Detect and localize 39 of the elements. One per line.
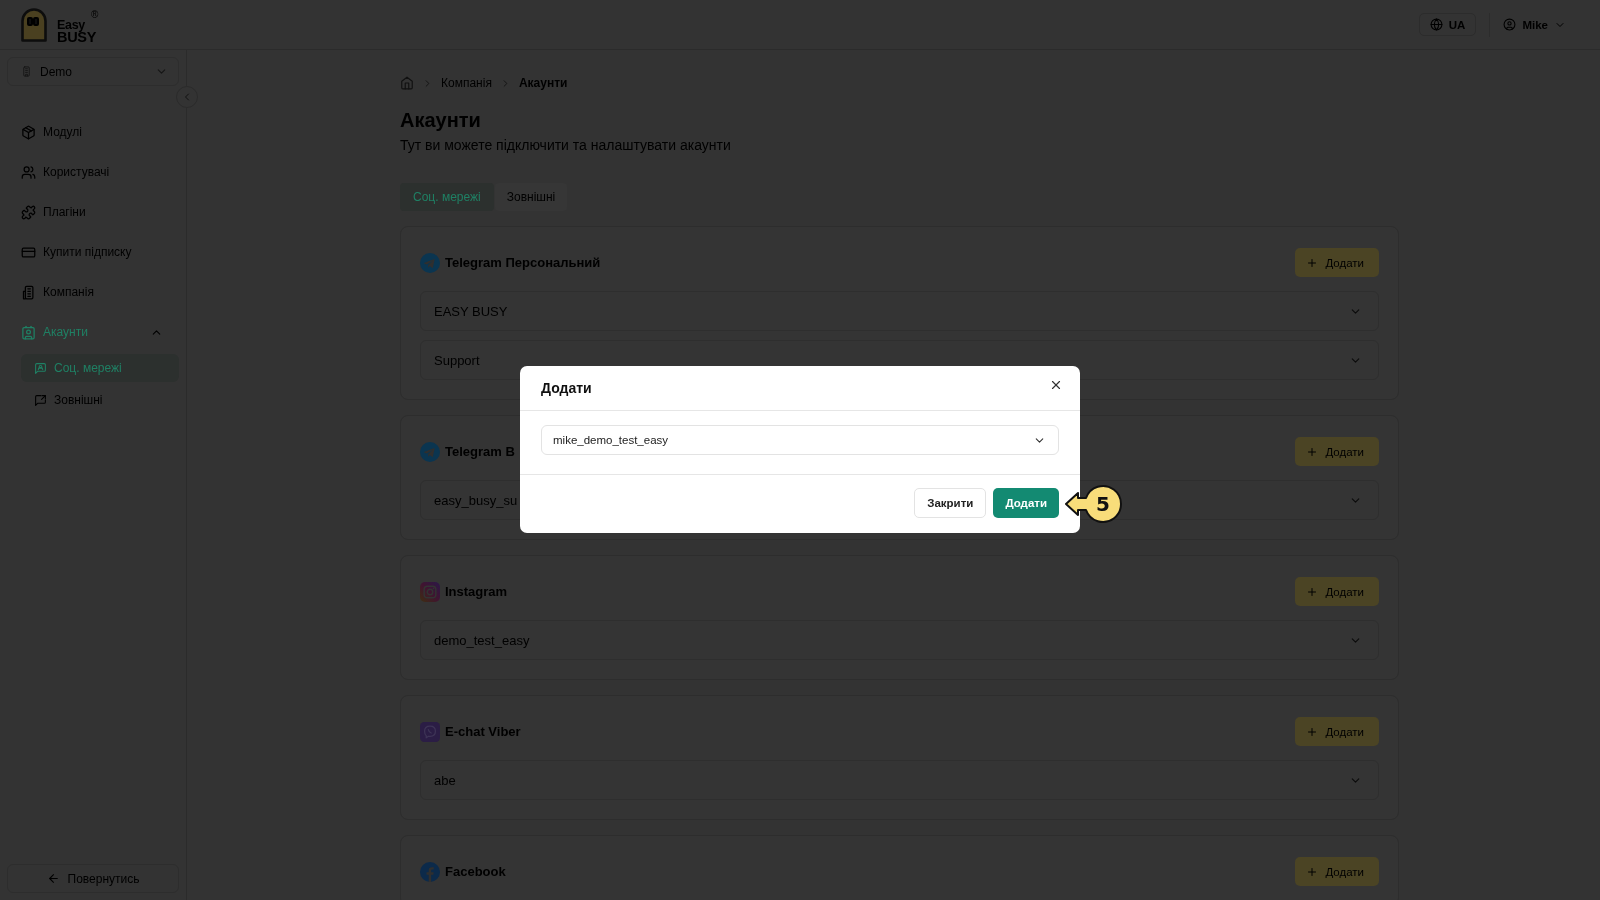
add-button[interactable]: Додати [993, 488, 1059, 518]
plus-icon [1306, 445, 1319, 458]
chat-icon [34, 361, 47, 375]
close-button[interactable]: Закрити [914, 488, 987, 518]
dialog-title: Додати [541, 380, 592, 396]
puzzle-icon [21, 204, 36, 220]
close-icon [1049, 378, 1063, 392]
add-button[interactable]: Додати [1295, 577, 1379, 606]
globe-icon [1429, 18, 1443, 31]
paper-plane-icon [420, 252, 440, 273]
arrow-left-icon [46, 872, 60, 885]
plus-icon [1306, 725, 1319, 738]
sidebar-item[interactable]: Акаунти [7, 315, 179, 349]
add-button[interactable]: Додати [1295, 248, 1379, 277]
share-chat-icon [34, 393, 47, 407]
phone-bubble-icon [420, 721, 440, 742]
plus-icon [1306, 865, 1319, 878]
user-icon [1503, 18, 1517, 31]
plus-icon [1306, 585, 1319, 598]
building-icon [21, 284, 36, 300]
camera-icon [420, 581, 440, 602]
registered-mark: ® [91, 9, 99, 20]
logo-icon [20, 7, 48, 42]
step-marker: 5 [1064, 484, 1122, 524]
add-button[interactable]: Додати [1295, 437, 1379, 466]
add-button[interactable]: Додати [1295, 857, 1379, 886]
add-button[interactable]: Додати [1295, 717, 1379, 746]
facebook-icon [420, 861, 440, 882]
account-select[interactable]: mike_demo_test_easy [541, 425, 1059, 455]
paper-plane-icon [420, 441, 440, 462]
tab[interactable]: Соц. мережі [400, 183, 494, 211]
contact-icon [21, 324, 36, 340]
building-icon [21, 66, 32, 77]
plus-icon [1306, 256, 1319, 269]
sidebar-subitem[interactable]: Соц. мережі [21, 354, 179, 382]
package-icon [21, 124, 36, 140]
credit-card-icon [21, 244, 36, 260]
users-icon [21, 164, 36, 180]
home-icon[interactable] [400, 76, 414, 90]
